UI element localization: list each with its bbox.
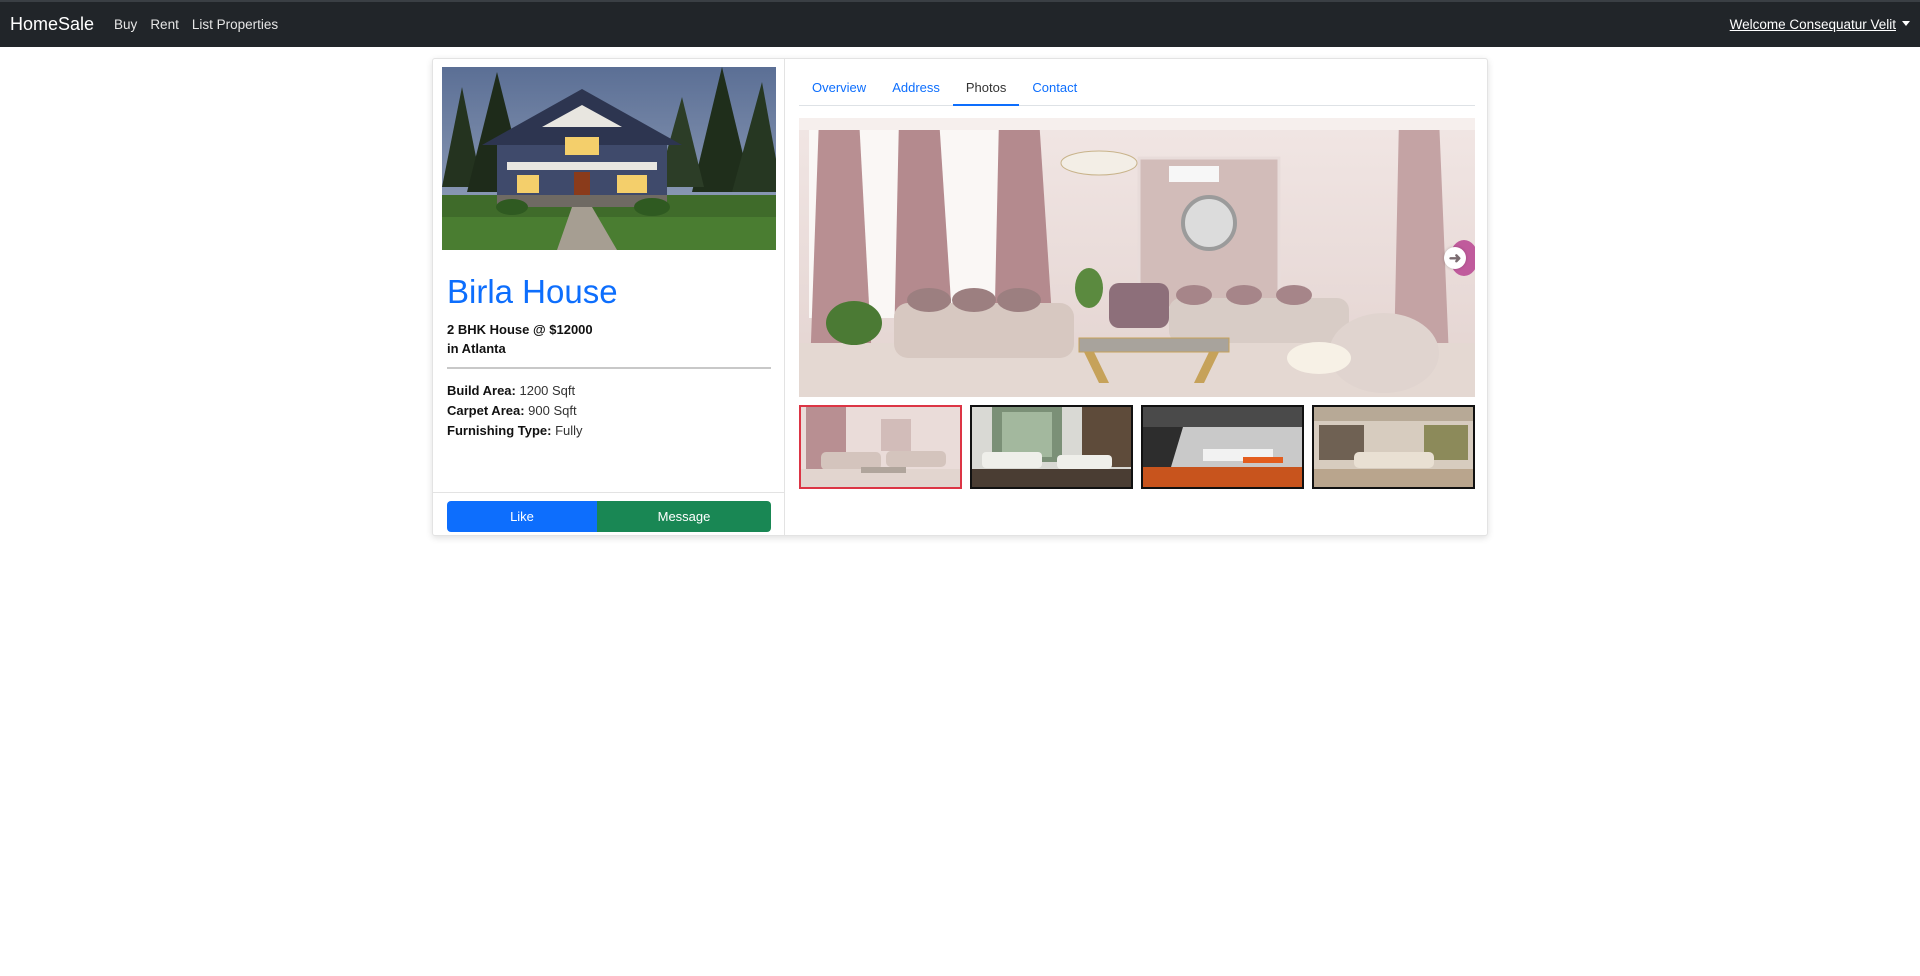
nav-link-list-properties[interactable]: List Properties — [192, 17, 278, 32]
spec-furnishing-label: Furnishing Type: — [447, 423, 552, 438]
tab-overview[interactable]: Overview — [799, 70, 879, 106]
tab-address[interactable]: Address — [879, 70, 953, 106]
spec-build-area-value: 1200 Sqft — [519, 383, 576, 398]
property-card: Birla House 2 BHK House @ $12000 in Atla… — [432, 58, 1488, 536]
arrow-right-circle-icon: ➜ — [1448, 250, 1462, 267]
thumbnail-3[interactable] — [1141, 405, 1304, 489]
property-specs: Build Area: 1200 Sqft Carpet Area: 900 S… — [447, 381, 583, 441]
spec-build-area-label: Build Area: — [447, 383, 516, 398]
property-details-panel: Overview Address Photos Contact ➜ — [785, 59, 1489, 535]
spec-furnishing-value: Fully — [555, 423, 583, 438]
property-type-price: 2 BHK House @ $12000 — [447, 322, 593, 337]
photo-carousel: ➜ — [799, 118, 1475, 397]
thumbnail-4[interactable] — [1312, 405, 1475, 489]
spec-carpet-area-value: 900 Sqft — [528, 403, 577, 418]
caret-down-icon — [1902, 20, 1910, 26]
summary-divider — [447, 367, 771, 369]
details-tabs: Overview Address Photos Contact — [799, 70, 1475, 106]
like-button[interactable]: Like — [447, 501, 597, 532]
property-summary-panel: Birla House 2 BHK House @ $12000 in Atla… — [433, 59, 785, 535]
thumbnail-1[interactable] — [799, 405, 962, 489]
welcome-user-label: Welcome Consequatur Velit — [1729, 17, 1896, 32]
card-footer-divider — [433, 492, 785, 493]
carousel-next-button[interactable]: ➜ — [1444, 247, 1466, 269]
thumbnail-2[interactable] — [970, 405, 1133, 489]
top-navbar: HomeSale Buy Rent List Properties Welcom… — [0, 0, 1920, 47]
photo-thumbnails — [799, 405, 1475, 489]
property-title: Birla House — [447, 273, 618, 310]
message-button[interactable]: Message — [597, 501, 771, 532]
user-menu-dropdown[interactable]: Welcome Consequatur Velit — [1730, 17, 1910, 32]
tab-contact[interactable]: Contact — [1019, 70, 1090, 106]
brand-logo-link[interactable]: HomeSale — [10, 14, 94, 35]
property-location: in Atlanta — [447, 341, 506, 356]
nav-link-rent[interactable]: Rent — [150, 17, 179, 32]
tab-photos[interactable]: Photos — [952, 70, 1020, 106]
spec-carpet-area-label: Carpet Area: — [447, 403, 525, 418]
spec-carpet-area: Carpet Area: 900 Sqft — [447, 401, 583, 421]
spec-build-area: Build Area: 1200 Sqft — [447, 381, 583, 401]
spec-furnishing: Furnishing Type: Fully — [447, 421, 583, 441]
property-subtitle: 2 BHK House @ $12000 in Atlanta — [447, 320, 747, 358]
property-main-photo — [442, 67, 776, 250]
carousel-main-image — [799, 118, 1475, 397]
nav-link-buy[interactable]: Buy — [114, 17, 137, 32]
